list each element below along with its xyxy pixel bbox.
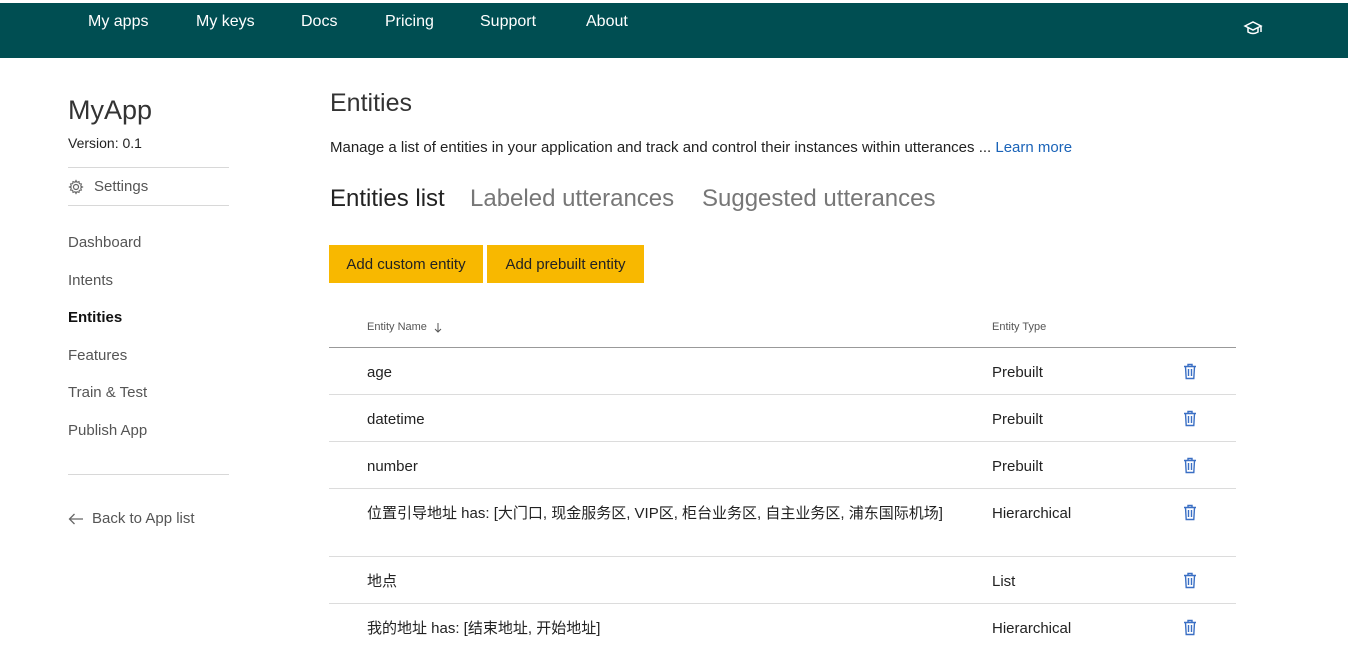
nav-about[interactable]: About	[586, 13, 628, 31]
graduation-cap-icon[interactable]	[1243, 19, 1263, 37]
column-header-label: Entity Name	[367, 321, 427, 333]
entity-name-cell[interactable]: datetime	[367, 409, 947, 430]
entity-type-cell: Prebuilt	[992, 364, 1043, 381]
nav-pricing[interactable]: Pricing	[385, 13, 434, 31]
learn-more-link[interactable]: Learn more	[995, 139, 1072, 156]
page-description: Manage a list of entities in your applic…	[330, 139, 1072, 156]
entity-type-cell: Prebuilt	[992, 458, 1043, 475]
nav-my-keys[interactable]: My keys	[196, 13, 255, 31]
trash-icon[interactable]	[1183, 457, 1197, 474]
row-divider	[329, 441, 1236, 442]
add-prebuilt-entity-button[interactable]: Add prebuilt entity	[487, 245, 644, 283]
gear-icon	[68, 178, 84, 195]
row-divider	[329, 394, 1236, 395]
sidebar-item-intents[interactable]: Intents	[68, 272, 113, 289]
arrow-left-icon	[68, 513, 83, 524]
tab-suggested-utterances[interactable]: Suggested utterances	[702, 185, 936, 213]
entity-name-cell[interactable]: 位置引导地址 has: [大门口, 现金服务区, VIP区, 柜台业务区, 自主…	[367, 503, 947, 524]
nav-my-apps[interactable]: My apps	[88, 13, 148, 31]
description-text: Manage a list of entities in your applic…	[330, 139, 996, 156]
entity-type-cell: Hierarchical	[992, 505, 1072, 522]
sidebar-divider	[68, 167, 229, 168]
sidebar-item-entities[interactable]: Entities	[68, 309, 122, 326]
app-name: MyApp	[68, 95, 153, 125]
entity-name-cell[interactable]: number	[367, 456, 947, 477]
sidebar-divider	[68, 474, 229, 475]
settings-label: Settings	[94, 178, 149, 195]
entity-name-cell[interactable]: 地点	[367, 571, 947, 592]
add-custom-entity-button[interactable]: Add custom entity	[329, 245, 483, 283]
nav-support[interactable]: Support	[480, 13, 536, 31]
entity-name-cell[interactable]: 我的地址 has: [结束地址, 开始地址]	[367, 618, 947, 639]
column-header-entity-type: Entity Type	[992, 321, 1047, 333]
tab-labeled-utterances[interactable]: Labeled utterances	[470, 185, 674, 213]
tab-entities-list[interactable]: Entities list	[330, 185, 445, 213]
row-divider	[329, 556, 1236, 557]
entity-type-cell: List	[992, 573, 1016, 590]
trash-icon[interactable]	[1183, 619, 1197, 636]
trash-icon[interactable]	[1183, 363, 1197, 380]
sidebar-item-features[interactable]: Features	[68, 347, 127, 364]
column-header-entity-name[interactable]: Entity Name	[367, 321, 443, 333]
row-divider	[329, 488, 1236, 489]
settings-link[interactable]: Settings	[68, 178, 148, 195]
back-to-app-list-link[interactable]: Back to App list	[68, 510, 195, 527]
sidebar-divider	[68, 205, 229, 206]
trash-icon[interactable]	[1183, 410, 1197, 427]
trash-icon[interactable]	[1183, 504, 1197, 521]
arrow-down-icon	[434, 322, 442, 333]
sidebar-item-train-test[interactable]: Train & Test	[68, 384, 147, 401]
nav-docs[interactable]: Docs	[301, 13, 337, 31]
back-label: Back to App list	[92, 510, 195, 527]
row-divider	[329, 603, 1236, 604]
sidebar-item-publish-app[interactable]: Publish App	[68, 422, 147, 439]
entity-type-cell: Hierarchical	[992, 620, 1072, 637]
app-version: Version: 0.1	[68, 135, 142, 151]
trash-icon[interactable]	[1183, 572, 1197, 589]
sidebar-item-dashboard[interactable]: Dashboard	[68, 234, 141, 251]
page-title: Entities	[330, 89, 412, 117]
top-nav-bar: My apps My keys Docs Pricing Support Abo…	[0, 0, 1348, 58]
entity-name-cell[interactable]: age	[367, 362, 947, 383]
entity-type-cell: Prebuilt	[992, 411, 1043, 428]
table-header-divider	[329, 347, 1236, 348]
